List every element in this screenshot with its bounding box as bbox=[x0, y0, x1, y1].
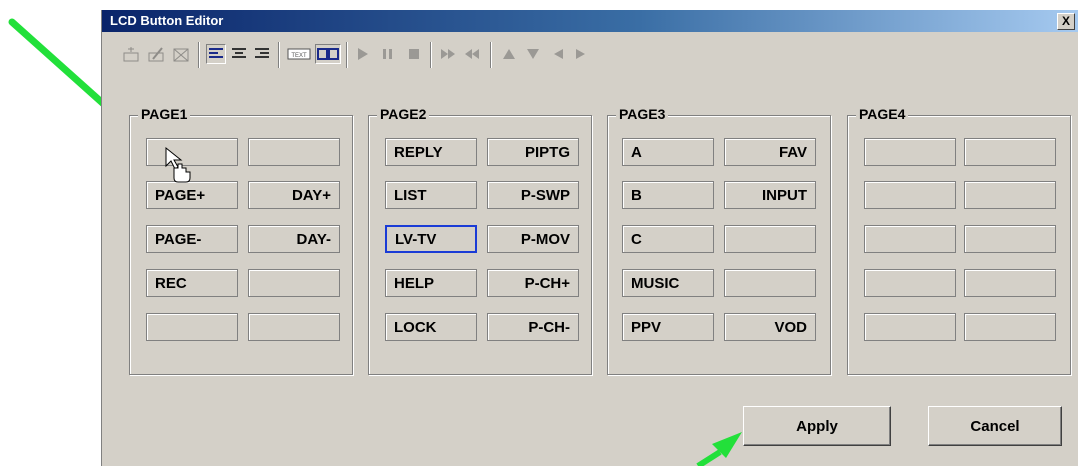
page3-label: PAGE3 bbox=[616, 106, 669, 122]
text-mode-label: TEXT bbox=[291, 53, 307, 59]
toolbar: TEXT bbox=[102, 34, 1078, 70]
double-box-icon[interactable] bbox=[315, 44, 341, 64]
play-icon[interactable] bbox=[353, 44, 373, 64]
page1-button[interactable]: REC bbox=[146, 269, 238, 297]
page1-button[interactable] bbox=[248, 313, 340, 341]
new-doc-icon[interactable] bbox=[122, 44, 142, 64]
page1-button[interactable] bbox=[146, 313, 238, 341]
pause-icon[interactable] bbox=[378, 44, 398, 64]
page1-button[interactable] bbox=[248, 269, 340, 297]
page4-button[interactable] bbox=[964, 181, 1056, 209]
align-left-icon[interactable] bbox=[206, 44, 226, 64]
page4-button[interactable] bbox=[864, 138, 956, 166]
lcd-button-editor-window: LCD Button Editor X TEXT PAGE1 PAGE+ DAY… bbox=[101, 10, 1078, 466]
page4-label: PAGE4 bbox=[856, 106, 909, 122]
page2-button[interactable]: LIST bbox=[385, 181, 477, 209]
page1-button[interactable]: PAGE- bbox=[146, 225, 238, 253]
page3-button[interactable] bbox=[724, 269, 816, 297]
up-arrow-icon[interactable] bbox=[499, 44, 519, 64]
page2-button[interactable]: REPLY bbox=[385, 138, 477, 166]
page2-button[interactable]: P-CH- bbox=[487, 313, 579, 341]
page4-button[interactable] bbox=[864, 181, 956, 209]
rewind-icon[interactable] bbox=[463, 44, 483, 64]
page3-button[interactable] bbox=[724, 225, 816, 253]
edit-icon[interactable] bbox=[147, 44, 167, 64]
close-button[interactable]: X bbox=[1057, 13, 1075, 30]
right-arrow-icon[interactable] bbox=[571, 44, 591, 64]
text-mode-icon[interactable]: TEXT bbox=[286, 44, 312, 64]
page3-button[interactable]: PPV bbox=[622, 313, 714, 341]
page4-button[interactable] bbox=[964, 269, 1056, 297]
down-arrow-icon[interactable] bbox=[523, 44, 543, 64]
left-arrow-icon[interactable] bbox=[548, 44, 568, 64]
page1-label: PAGE1 bbox=[138, 106, 191, 122]
page4-button[interactable] bbox=[964, 225, 1056, 253]
fast-forward-icon[interactable] bbox=[439, 44, 459, 64]
page3-button[interactable]: VOD bbox=[724, 313, 816, 341]
page3-button[interactable]: MUSIC bbox=[622, 269, 714, 297]
page2-button[interactable]: P-MOV bbox=[487, 225, 579, 253]
page4-button[interactable] bbox=[864, 269, 956, 297]
cancel-button[interactable]: Cancel bbox=[928, 406, 1062, 446]
page3-button[interactable]: A bbox=[622, 138, 714, 166]
mouse-cursor-icon bbox=[165, 146, 191, 183]
page3-group: PAGE3 A FAV B INPUT C MUSIC PPV VOD bbox=[607, 106, 831, 375]
window-title: LCD Button Editor bbox=[110, 13, 224, 28]
page2-button[interactable]: LOCK bbox=[385, 313, 477, 341]
align-center-icon[interactable] bbox=[229, 44, 249, 64]
delete-icon[interactable] bbox=[172, 44, 192, 64]
align-right-icon[interactable] bbox=[252, 44, 272, 64]
page4-button[interactable] bbox=[864, 313, 956, 341]
page4-button[interactable] bbox=[964, 138, 1056, 166]
stop-icon[interactable] bbox=[404, 44, 424, 64]
page1-button[interactable]: DAY- bbox=[248, 225, 340, 253]
page3-button[interactable]: C bbox=[622, 225, 714, 253]
page4-button[interactable] bbox=[864, 225, 956, 253]
page3-button[interactable]: INPUT bbox=[724, 181, 816, 209]
page4-button[interactable] bbox=[964, 313, 1056, 341]
page3-button[interactable]: FAV bbox=[724, 138, 816, 166]
annotation-arrow-bottom bbox=[696, 432, 742, 466]
apply-button[interactable]: Apply bbox=[743, 406, 891, 446]
page2-button[interactable]: PIPTG bbox=[487, 138, 579, 166]
page2-button[interactable]: P-CH+ bbox=[487, 269, 579, 297]
page2-button[interactable]: P-SWP bbox=[487, 181, 579, 209]
page1-group: PAGE1 PAGE+ DAY+ PAGE- DAY- REC bbox=[129, 106, 353, 375]
page2-group: PAGE2 REPLY PIPTG LIST P-SWP LV-TV P-MOV… bbox=[368, 106, 592, 375]
page4-group: PAGE4 bbox=[847, 106, 1071, 375]
title-bar: LCD Button Editor X bbox=[102, 10, 1078, 32]
page3-button[interactable]: B bbox=[622, 181, 714, 209]
page2-button[interactable]: HELP bbox=[385, 269, 477, 297]
page2-button-selected[interactable]: LV-TV bbox=[385, 225, 477, 253]
page2-label: PAGE2 bbox=[377, 106, 430, 122]
page1-button[interactable] bbox=[248, 138, 340, 166]
page1-button[interactable]: DAY+ bbox=[248, 181, 340, 209]
